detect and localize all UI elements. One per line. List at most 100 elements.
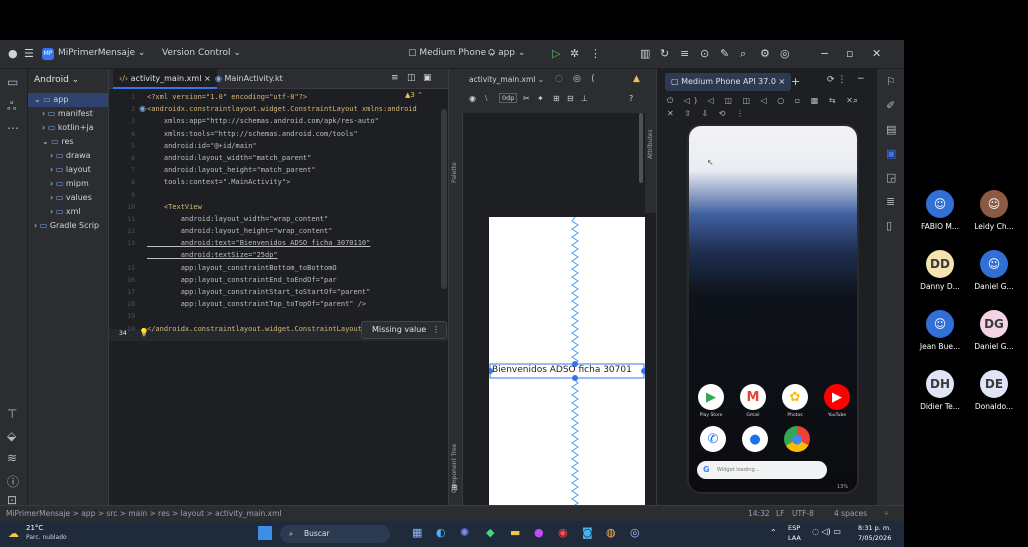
- code-line[interactable]: <TextView: [147, 201, 447, 213]
- indent-setting[interactable]: 4 spaces: [834, 506, 867, 521]
- close-icon[interactable]: ✕: [872, 47, 881, 60]
- run-icon[interactable]: ▷: [552, 47, 560, 60]
- layout-file-selector[interactable]: activity_main.xml ⌄: [469, 75, 544, 84]
- code-lines[interactable]: <?xml version="1.0" encoding="utf-8"?> <a…: [147, 91, 447, 335]
- project-tree-item[interactable]: › ▭ Gradle Scrip: [28, 219, 108, 233]
- attributes-strip[interactable]: Attributes: [645, 113, 656, 213]
- align-icon[interactable]: ⊟: [567, 94, 574, 103]
- code-line[interactable]: app:layout_constraintBottom_toBottomO: [147, 262, 447, 274]
- run-config-selector[interactable]: ⛭ app ⌄: [488, 48, 525, 58]
- file-encoding[interactable]: UTF-8: [792, 506, 814, 521]
- home-app[interactable]: ✿ Photos: [777, 384, 813, 418]
- project-tree-item[interactable]: › ▭ kotlin+ja: [28, 121, 108, 135]
- project-view-selector[interactable]: Android ⌄: [34, 75, 79, 85]
- commit-tool-icon[interactable]: ஃ: [7, 99, 16, 115]
- project-tree-item[interactable]: › ▭ layout: [28, 163, 108, 177]
- infer-constraints-icon[interactable]: ✦: [537, 94, 544, 103]
- device-options-icon[interactable]: ⟳ ⋮: [827, 75, 846, 85]
- main-menu-icon[interactable]: ☰: [24, 47, 34, 60]
- preview-textview[interactable]: Bienvenidos ADSO ficha 30701: [492, 365, 632, 375]
- code-line[interactable]: android:id="@+id/main": [147, 140, 447, 152]
- search-icon[interactable]: ⌕: [740, 47, 746, 61]
- project-tree-item[interactable]: › ▭ xml: [28, 205, 108, 219]
- copilot-icon[interactable]: ✺: [460, 526, 469, 539]
- logcat-tool-icon[interactable]: ≋: [7, 451, 17, 465]
- default-margin-button[interactable]: 0dp: [499, 93, 518, 103]
- more-actions-icon[interactable]: ⋮: [590, 47, 601, 60]
- participant-tile[interactable]: ☺ Jean Bue...: [918, 310, 962, 351]
- code-line[interactable]: tools:context=".MainActivity">: [147, 176, 447, 188]
- project-tree-item[interactable]: › ▭ drawa: [28, 149, 108, 163]
- project-tree-item[interactable]: › ▭ manifest: [28, 107, 108, 121]
- gemini-icon[interactable]: ✐: [886, 99, 895, 112]
- input-language[interactable]: ESP: [788, 524, 800, 532]
- more-tools-icon[interactable]: ⋯: [7, 121, 19, 135]
- project-tree-item[interactable]: › ▭ values: [28, 191, 108, 205]
- app-taskbar-icon[interactable]: ◎: [630, 526, 640, 539]
- bookmarks-icon[interactable]: ≣: [886, 195, 895, 208]
- minimize-icon[interactable]: −: [820, 47, 829, 60]
- layout-inspector-icon[interactable]: ▤: [886, 123, 896, 136]
- wifi-volume-battery-icon[interactable]: ◌ ◁) ▭: [812, 527, 841, 536]
- taskbar-search[interactable]: ⌕ Buscar: [280, 525, 390, 543]
- problems-tool-icon[interactable]: ⓘ: [7, 473, 19, 490]
- magnet-icon[interactable]: ⧵: [485, 94, 488, 104]
- participant-tile[interactable]: ☺ FABIO M...: [918, 190, 962, 231]
- task-view-icon[interactable]: ▦: [412, 526, 422, 539]
- device-manager-icon[interactable]: ▥: [640, 47, 650, 60]
- tab-mainactivity-kt[interactable]: ◉ MainActivity.kt: [209, 69, 289, 89]
- home-app[interactable]: ▶ Play Store: [693, 384, 729, 418]
- view-options-icon[interactable]: ◉: [469, 94, 476, 103]
- expand-chevron-icon[interactable]: ⌄: [34, 95, 43, 104]
- code-line[interactable]: <?xml version="1.0" encoding="utf-8"?>: [147, 91, 447, 103]
- home-app[interactable]: ▶ YouTube: [819, 384, 855, 418]
- git-icon[interactable]: ⑂: [884, 506, 889, 521]
- tray-chevron-icon[interactable]: ⌃: [770, 528, 777, 537]
- project-tree-item[interactable]: ⌄ ▭ res: [28, 135, 108, 149]
- structure-icon[interactable]: ≡: [680, 47, 689, 60]
- meet-icon[interactable]: ●: [534, 526, 544, 539]
- code-line[interactable]: <androidx.constraintlayout.widget.Constr…: [147, 103, 447, 115]
- guidelines-icon[interactable]: ⊞: [553, 94, 560, 103]
- code-line[interactable]: android:layout_width="wrap_content": [147, 213, 447, 225]
- phone-app[interactable]: ✆: [695, 426, 731, 452]
- editor-scrollbar[interactable]: [441, 109, 447, 289]
- assistant-icon[interactable]: ✎: [720, 47, 729, 60]
- orientation-icon[interactable]: ◌: [555, 74, 563, 84]
- home-app[interactable]: M Gmail: [735, 384, 771, 418]
- settings-icon[interactable]: ⚙: [760, 47, 770, 60]
- clear-constraints-icon[interactable]: ✂: [523, 94, 530, 103]
- code-line[interactable]: app:layout_constraintStart_toStartOf="pa…: [147, 286, 447, 298]
- split-view-icon[interactable]: ◫: [407, 73, 416, 83]
- debug-icon[interactable]: ✲: [570, 47, 579, 60]
- file-explorer-icon[interactable]: ▬: [510, 526, 520, 539]
- opera-icon[interactable]: ◉: [558, 526, 568, 539]
- weather-temp[interactable]: 21°C: [26, 524, 43, 532]
- line-separator[interactable]: LF: [776, 506, 785, 521]
- participant-tile[interactable]: ☺ Daniel G...: [972, 250, 1016, 291]
- expand-chevron-icon[interactable]: ⌄: [42, 137, 51, 146]
- notifications-icon[interactable]: ⚐: [886, 75, 896, 88]
- weather-description[interactable]: Parc. nublado: [26, 534, 67, 541]
- project-tree-item[interactable]: › ▭ mipm: [28, 177, 108, 191]
- night-mode-icon[interactable]: ◎: [573, 74, 581, 84]
- running-devices-icon[interactable]: ▣: [886, 147, 896, 160]
- account-icon[interactable]: ◎: [780, 47, 790, 60]
- chrome-app[interactable]: ●: [779, 426, 815, 452]
- design-view-icon[interactable]: ▣: [423, 73, 432, 83]
- code-line[interactable]: android:layout_height="wrap_content": [147, 225, 447, 237]
- code-line[interactable]: android:text="Bienvenidos ADSO ficha 307…: [147, 237, 447, 249]
- profiler-icon[interactable]: ⊙: [700, 47, 709, 60]
- component-tree-icon[interactable]: ⊞: [451, 483, 458, 492]
- device-selector[interactable]: ▢ Medium Phone ⌄: [408, 48, 497, 58]
- code-line[interactable]: android:layout_height="match_parent": [147, 164, 447, 176]
- participant-tile[interactable]: DD Danny D...: [918, 250, 962, 291]
- messages-app[interactable]: ●: [737, 426, 773, 452]
- participant-tile[interactable]: DG Daniel G...: [972, 310, 1016, 351]
- participant-tile[interactable]: ☺ Leidy Ch...: [972, 190, 1016, 231]
- panel-minimize-icon[interactable]: −: [857, 74, 865, 84]
- code-line[interactable]: xmlns:app="http://schemas.android.com/ap…: [147, 115, 447, 127]
- clock-date[interactable]: 7/05/2026: [858, 534, 891, 542]
- maximize-icon[interactable]: ▫: [846, 47, 853, 60]
- android-studio-taskbar-icon[interactable]: ◆: [486, 526, 494, 539]
